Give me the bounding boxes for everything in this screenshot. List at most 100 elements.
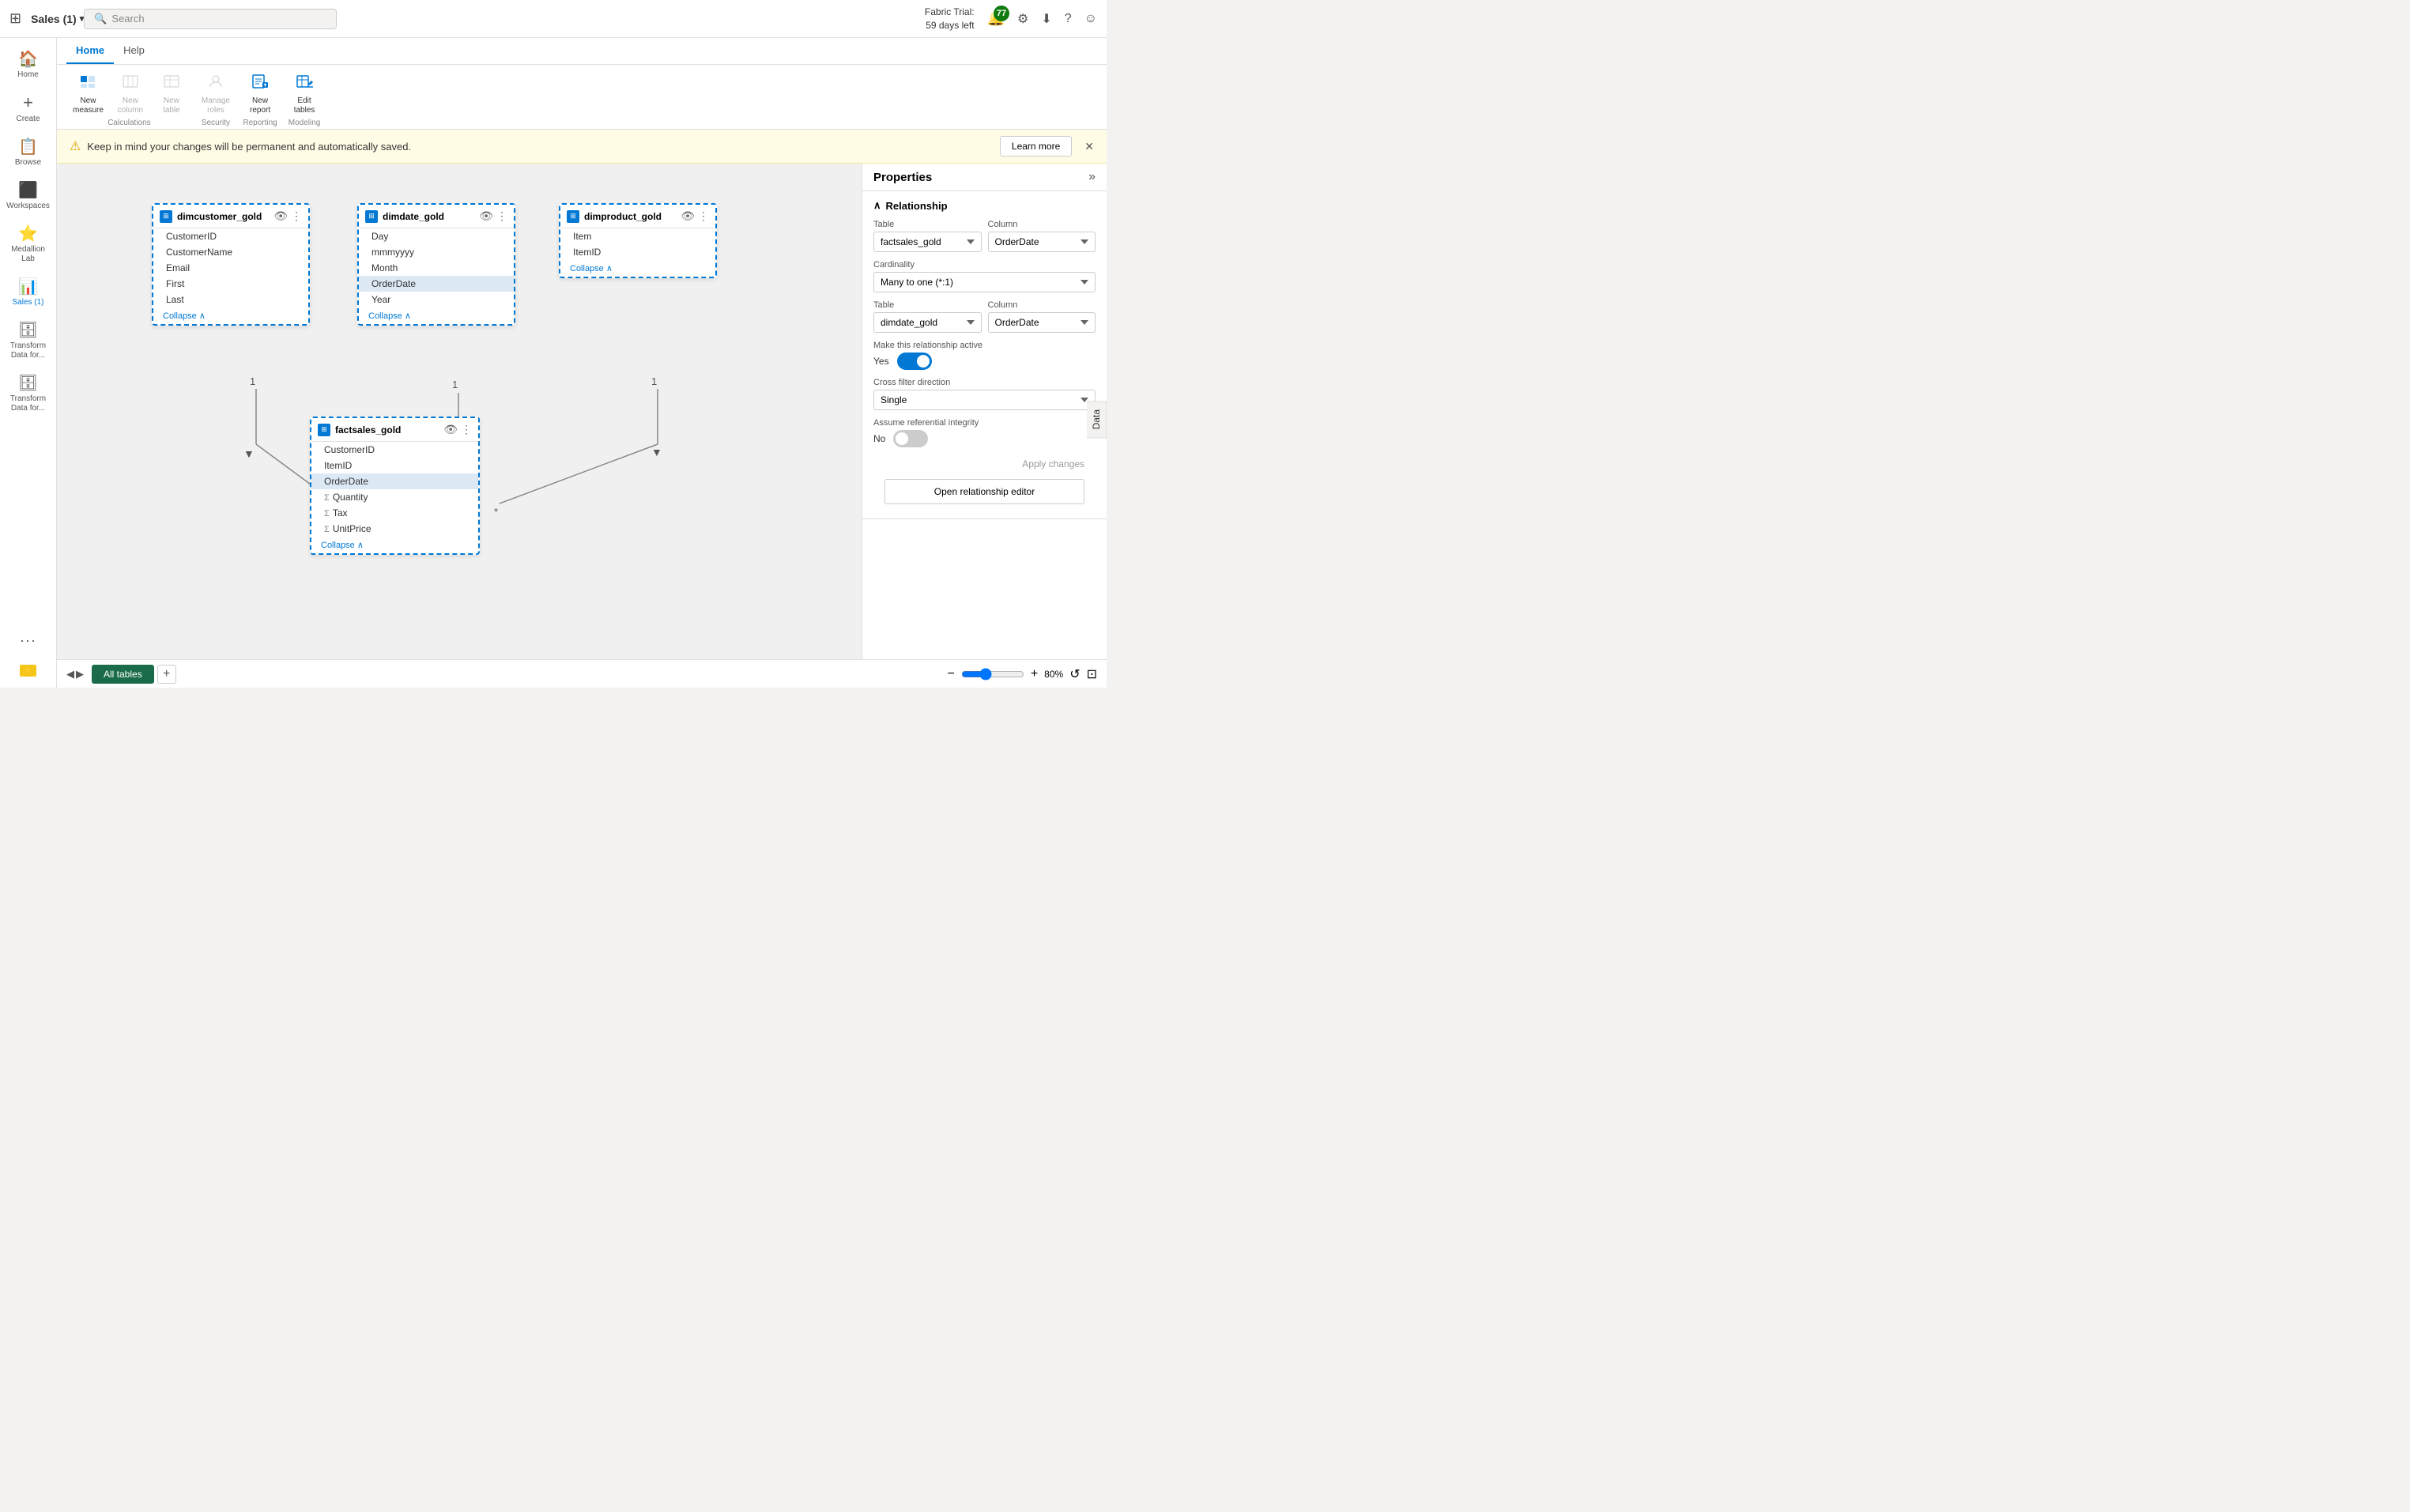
referential-label: Assume referential integrity	[873, 418, 1096, 428]
table-row[interactable]: Month	[359, 260, 514, 276]
table-actions-dimcustomer[interactable]: 👁 ⋮	[273, 209, 302, 223]
table-row[interactable]: ItemID	[311, 458, 478, 473]
tab-next-icon[interactable]: ▶	[76, 668, 84, 681]
table-row[interactable]: CustomerName	[153, 244, 308, 260]
new-column-label: Newcolumn	[118, 96, 143, 115]
table-actions-dimdate[interactable]: 👁 ⋮	[479, 209, 507, 223]
collapse-dimcustomer[interactable]: Collapse ∧	[153, 307, 308, 324]
prop-col-column1: Column OrderDate	[988, 220, 1096, 252]
prop-label-column2: Column	[988, 300, 1096, 310]
download-icon[interactable]: ⬇	[1041, 11, 1051, 27]
column2-select[interactable]: OrderDate	[988, 312, 1096, 333]
zoom-controls: − + 80% ↺ ⊡	[947, 666, 1097, 682]
collapse-factsales[interactable]: Collapse ∧	[311, 537, 478, 553]
sidebar-item-more[interactable]: ···	[3, 628, 54, 654]
zoom-reset-icon[interactable]: ↺	[1069, 666, 1080, 682]
new-table-label: Newtable	[163, 96, 180, 115]
table-row[interactable]: ΣQuantity	[311, 489, 478, 505]
prop-row-2: Table dimdate_gold Column	[873, 300, 1096, 333]
sidebar-item-home[interactable]: 🏠 Home	[3, 44, 54, 85]
new-measure-button[interactable]: Newmeasure	[66, 70, 110, 119]
relationship-section-title[interactable]: ∧ Relationship	[873, 199, 1096, 212]
sidebar-item-medallion[interactable]: ⭐ Medallion Lab	[3, 219, 54, 269]
table-row[interactable]: ΣUnitPrice	[311, 521, 478, 537]
table-factsales-gold: ⊞ factsales_gold 👁 ⋮ CustomerID ItemID O…	[310, 417, 480, 555]
sidebar-item-create[interactable]: + Create	[3, 88, 54, 129]
prop-col-table1: Table factsales_gold	[873, 220, 982, 252]
zoom-minus-icon[interactable]: −	[947, 667, 954, 681]
cardinality-label: Cardinality	[873, 260, 1096, 270]
cross-filter-select[interactable]: Single Both	[873, 390, 1096, 410]
sidebar-item-browse[interactable]: 📋 Browse	[3, 132, 54, 172]
add-tab-button[interactable]: +	[157, 665, 176, 684]
apply-changes-text[interactable]: Apply changes	[873, 455, 1096, 473]
sidebar-item-workspaces[interactable]: ⬛ Workspaces	[3, 175, 54, 216]
referential-toggle[interactable]	[893, 430, 928, 447]
table-actions-dimproduct[interactable]: 👁 ⋮	[681, 209, 709, 223]
cardinality-select[interactable]: Many to one (*:1) One to one (1:1) One t…	[873, 272, 1096, 292]
sidebar-item-transform2[interactable]: 🗄 Transform Data for...	[3, 368, 54, 418]
app-grid-icon[interactable]: ⊞	[9, 10, 21, 27]
more-icon-dimdate[interactable]: ⋮	[496, 209, 507, 223]
zoom-slider[interactable]	[961, 668, 1024, 681]
smiley-icon[interactable]: ☺	[1084, 12, 1097, 26]
cross-filter-label: Cross filter direction	[873, 378, 1096, 387]
table-row[interactable]: Item	[560, 228, 715, 244]
table-row[interactable]: First	[153, 276, 308, 292]
manage-roles-button: Manageroles	[195, 70, 236, 119]
settings-icon[interactable]: ⚙	[1017, 11, 1028, 27]
table-title-dimdate: dimdate_gold	[383, 211, 474, 222]
table-row[interactable]: ΣTax	[311, 505, 478, 521]
new-table-button: Newtable	[151, 70, 192, 119]
search-box[interactable]: 🔍 Search	[84, 9, 337, 29]
new-report-button[interactable]: Newreport	[239, 70, 281, 119]
relationship-label: Relationship	[886, 200, 948, 212]
zoom-plus-icon[interactable]: +	[1031, 667, 1038, 681]
sidebar-item-transform1[interactable]: 🗄 Transform Data for...	[3, 315, 54, 365]
table-row[interactable]: Day	[359, 228, 514, 244]
notification-area[interactable]: 🔔 77	[987, 10, 1005, 27]
table2-select[interactable]: dimdate_gold	[873, 312, 982, 333]
more-icon-dimproduct[interactable]: ⋮	[698, 209, 709, 223]
table-row-orderdate-factsales[interactable]: OrderDate	[311, 473, 478, 489]
table1-select[interactable]: factsales_gold	[873, 232, 982, 252]
open-relationship-editor-button[interactable]: Open relationship editor	[884, 479, 1084, 504]
active-relationship-label: Make this relationship active	[873, 341, 1096, 350]
tab-all-tables[interactable]: All tables	[92, 665, 154, 684]
table-row-orderdate-dimdate[interactable]: OrderDate	[359, 276, 514, 292]
learn-more-button[interactable]: Learn more	[1000, 136, 1072, 156]
table-actions-factsales[interactable]: 👁 ⋮	[443, 423, 472, 436]
more-icon-factsales[interactable]: ⋮	[461, 423, 472, 436]
tab-prev-icon[interactable]: ◀	[66, 668, 74, 681]
more-icon-dimcustomer[interactable]: ⋮	[291, 209, 302, 223]
table-row[interactable]: Year	[359, 292, 514, 307]
table-row[interactable]: ItemID	[560, 244, 715, 260]
help-icon[interactable]: ?	[1065, 12, 1072, 26]
eye-icon-dimproduct[interactable]: 👁	[681, 209, 695, 223]
eye-icon-factsales[interactable]: 👁	[443, 423, 458, 436]
column1-select[interactable]: OrderDate	[988, 232, 1096, 252]
collapse-section-icon: ∧	[873, 199, 881, 212]
cardinality-section: Cardinality Many to one (*:1) One to one…	[873, 260, 1096, 292]
close-warning-button[interactable]: ✕	[1084, 140, 1094, 153]
canvas[interactable]: 1 1 1 ▼ * ◁ * ▼ * ⊞ dimcustom	[57, 164, 862, 659]
tab-home[interactable]: Home	[66, 38, 114, 64]
edit-tables-button[interactable]: Edittables	[284, 70, 325, 119]
eye-icon-dimcustomer[interactable]: 👁	[273, 209, 288, 223]
table-row[interactable]: Last	[153, 292, 308, 307]
data-tab-vertical[interactable]: Data	[1087, 401, 1107, 438]
properties-expand-icon[interactable]: »	[1088, 170, 1096, 184]
active-toggle[interactable]	[897, 353, 932, 370]
svg-text:1: 1	[452, 379, 458, 390]
table-row[interactable]: Email	[153, 260, 308, 276]
collapse-dimproduct[interactable]: Collapse ∧	[560, 260, 715, 277]
table-row[interactable]: CustomerID	[311, 442, 478, 458]
eye-icon-dimdate[interactable]: 👁	[479, 209, 493, 223]
tab-help[interactable]: Help	[114, 38, 154, 64]
sales-icon: 📊	[18, 277, 38, 296]
table-row[interactable]: CustomerID	[153, 228, 308, 244]
table-row[interactable]: mmmyyyy	[359, 244, 514, 260]
sidebar-item-sales[interactable]: 📊 Sales (1)	[3, 272, 54, 312]
collapse-dimdate[interactable]: Collapse ∧	[359, 307, 514, 324]
zoom-fit-icon[interactable]: ⊡	[1087, 666, 1097, 682]
